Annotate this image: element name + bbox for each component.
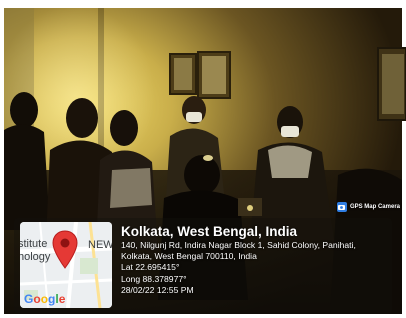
latitude: Lat 22.695415° [121, 262, 180, 273]
person-far-left-head [10, 92, 38, 128]
map-label-new: NEW [88, 239, 112, 251]
phone-light [203, 155, 213, 161]
map-thumbnail: stitute hology NEW Google [20, 222, 112, 308]
location-title: Kolkata, West Bengal, India [121, 224, 298, 239]
gps-camera-badge: GPS Map Camera [336, 202, 400, 212]
map-label-technology: hology [20, 251, 51, 263]
wall-poster-right-inner [382, 54, 404, 114]
student-right-mask [281, 126, 299, 137]
camera-icon [336, 202, 347, 212]
photo-frame: GPS Map Camera stitute hology NEW Google… [0, 0, 406, 318]
address-line-1: 140, Nilgunj Rd, Indira Nagar Block 1, S… [121, 240, 356, 250]
wall-frame-left-inner [174, 58, 192, 90]
datetime: 28/02/22 12:55 PM [121, 284, 194, 295]
foreground-head [184, 155, 220, 195]
person-left-head [66, 98, 98, 138]
location-pin-icon [52, 230, 78, 269]
teacher-mask [186, 112, 202, 122]
wall-frame-right-inner [202, 56, 226, 94]
map-label-institute: stitute [20, 238, 48, 250]
address-line-2: Kolkata, West Bengal 700110, India [121, 251, 257, 262]
geotag-info: Kolkata, West Bengal, India 140, Nilgunj… [121, 223, 389, 296]
person-far-left-body [4, 124, 50, 230]
person-mid-head [110, 110, 138, 146]
equipment-light [247, 205, 253, 211]
longitude: Long 88.378977° [121, 273, 187, 284]
student-right-collar [268, 145, 312, 178]
gps-camera-label: GPS Map Camera [349, 204, 400, 210]
person-mid-shirt [110, 168, 152, 208]
google-logo: Google [24, 292, 66, 306]
